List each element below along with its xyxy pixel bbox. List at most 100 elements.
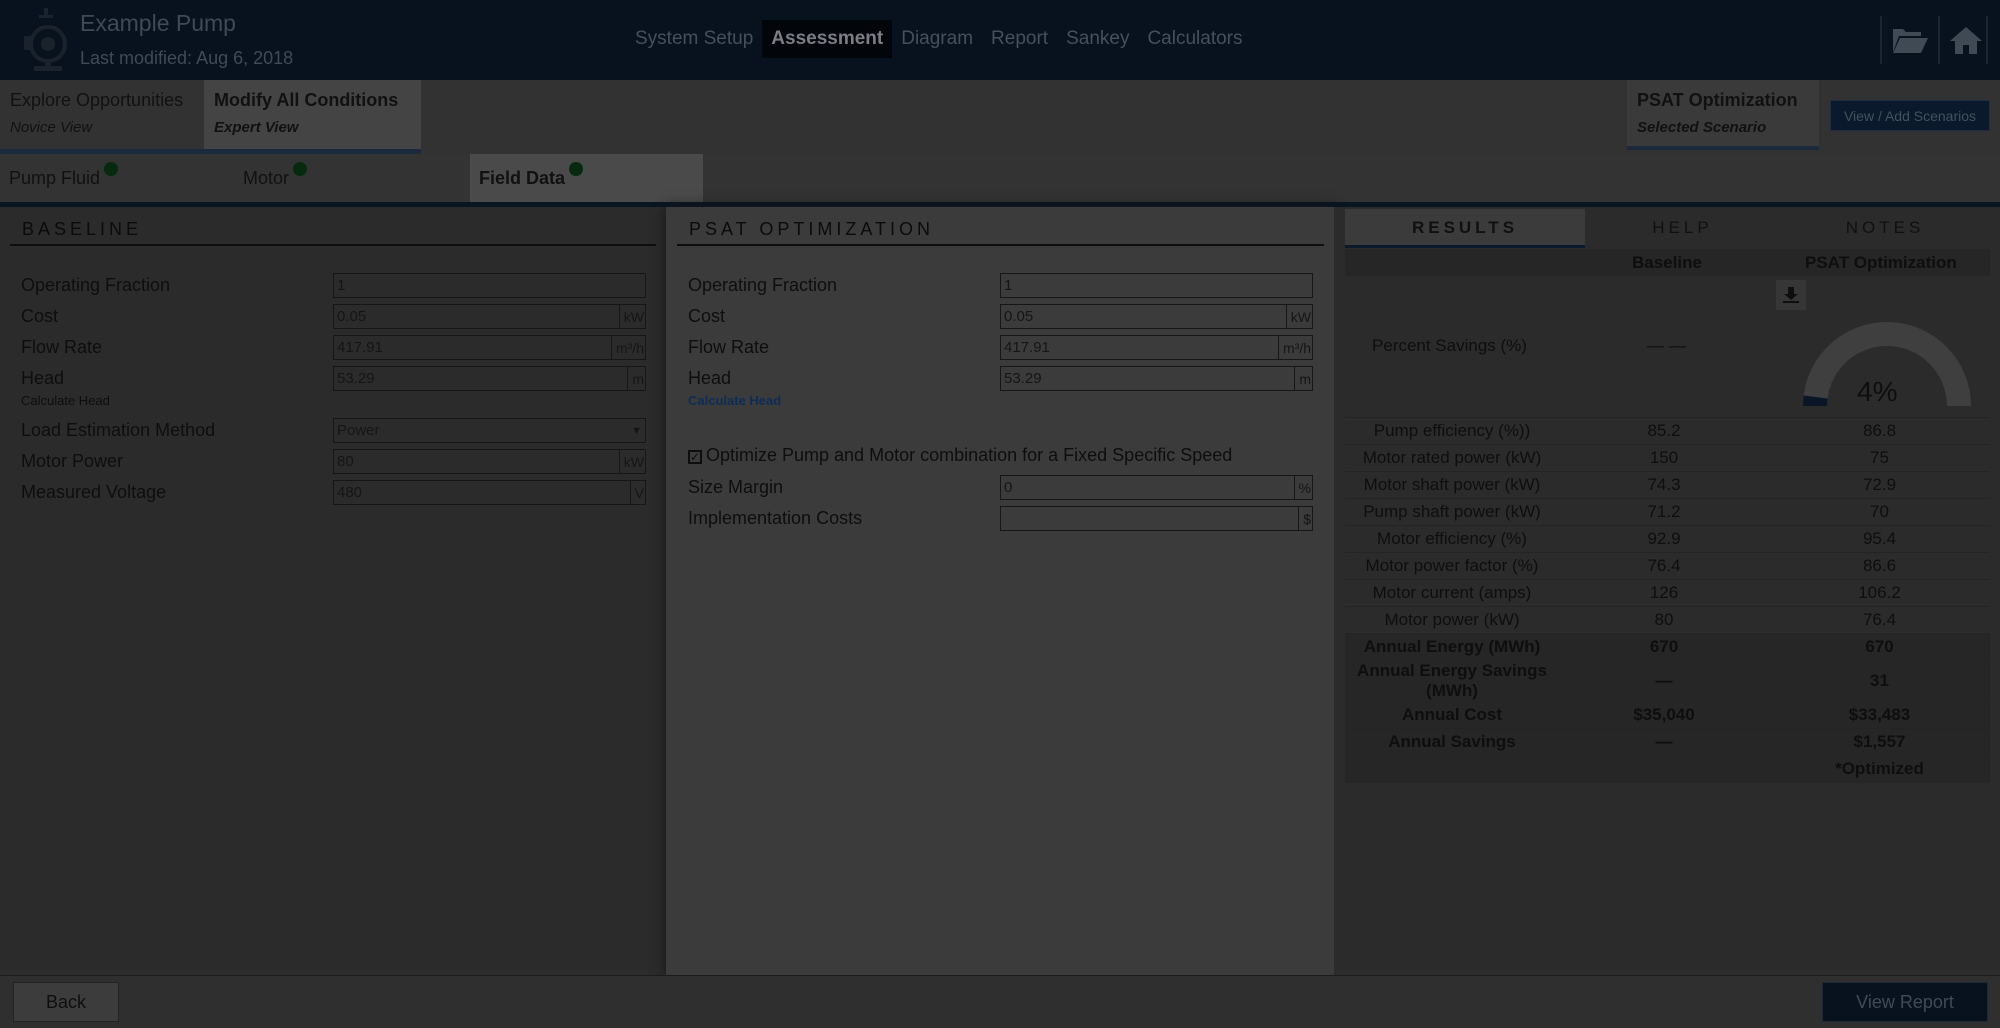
col-baseline: Baseline bbox=[1632, 253, 1702, 272]
table-row: *Optimized bbox=[1345, 755, 1990, 783]
opt-head-input[interactable]: 53.29 m bbox=[1000, 366, 1313, 391]
tab-field-data[interactable]: Field Data bbox=[470, 154, 703, 202]
nav-system-setup[interactable]: System Setup bbox=[626, 20, 762, 58]
opt-flow-rate-label: Flow Rate bbox=[688, 337, 770, 357]
title-rule bbox=[10, 244, 656, 246]
status-dot-icon bbox=[104, 162, 119, 176]
opt-calculate-head-link[interactable]: Calculate Head bbox=[688, 393, 781, 408]
opt-cost-input[interactable]: 0.05 kW bbox=[1000, 304, 1313, 329]
row-label: Motor efficiency (%) bbox=[1345, 525, 1559, 553]
main-nav: System Setup Assessment Diagram Report S… bbox=[626, 20, 1252, 58]
table-row: Annual Energy (MWh) 670 670 bbox=[1345, 633, 1990, 661]
table-row: Annual Savings — $1,557 bbox=[1345, 728, 1990, 756]
row-optimization: 106.2 bbox=[1769, 579, 1990, 607]
back-button[interactable]: Back bbox=[13, 982, 119, 1022]
table-row: Pump shaft power (kW) 71.2 70 bbox=[1345, 498, 1990, 526]
flow-rate-label: Flow Rate bbox=[21, 337, 103, 357]
row-baseline: 126 bbox=[1559, 579, 1769, 607]
explore-sub: Novice View bbox=[10, 119, 93, 136]
app-title: Example Pump bbox=[80, 10, 236, 36]
implementation-costs-label: Implementation Costs bbox=[688, 508, 863, 528]
row-label: Motor rated power (kW) bbox=[1345, 444, 1559, 472]
modify-sub: Expert View bbox=[214, 119, 299, 136]
row-label: Motor power factor (%) bbox=[1345, 552, 1559, 580]
explore-title: Explore Opportunities bbox=[10, 90, 184, 110]
table-row: Motor shaft power (kW) 74.3 72.9 bbox=[1345, 471, 1990, 499]
view-report-button[interactable]: View Report bbox=[1822, 982, 1988, 1022]
row-optimization: $33,483 bbox=[1769, 701, 1990, 729]
row-optimization: 95.4 bbox=[1769, 525, 1990, 553]
header-divider bbox=[1880, 16, 1882, 64]
row-baseline: 670 bbox=[1559, 633, 1769, 661]
percent-savings-value: 4% bbox=[1857, 376, 1898, 407]
baseline-operating-fraction-input[interactable]: 1 bbox=[333, 273, 646, 298]
nav-diagram[interactable]: Diagram bbox=[892, 20, 982, 58]
percent-savings-section: Percent Savings (%) — — 4% bbox=[1345, 276, 1990, 416]
row-baseline: 71.2 bbox=[1559, 498, 1769, 526]
row-baseline: 80 bbox=[1559, 606, 1769, 634]
table-row: Pump efficiency (%)) 85.2 86.8 bbox=[1345, 417, 1990, 445]
row-label: Annual Cost bbox=[1345, 701, 1559, 729]
row-baseline: 150 bbox=[1559, 444, 1769, 472]
pump-logo-icon bbox=[18, 6, 78, 74]
row-baseline: 74.3 bbox=[1559, 471, 1769, 499]
operating-fraction-label: Operating Fraction bbox=[21, 275, 171, 295]
table-row: Annual Cost $35,040 $33,483 bbox=[1345, 701, 1990, 729]
row-baseline bbox=[1559, 755, 1769, 783]
row-optimization: $1,557 bbox=[1769, 728, 1990, 756]
nav-sankey[interactable]: Sankey bbox=[1057, 20, 1138, 58]
table-row: Motor current (amps) 126 106.2 bbox=[1345, 579, 1990, 607]
load-estimation-select[interactable]: Power ▼ bbox=[333, 418, 646, 443]
baseline-head-input[interactable]: 53.29 m bbox=[333, 366, 646, 391]
cost-label: Cost bbox=[21, 306, 59, 326]
selected-scenario: PSAT Optimization Selected Scenario bbox=[1627, 80, 1819, 150]
measured-voltage-label: Measured Voltage bbox=[21, 482, 167, 502]
home-icon[interactable] bbox=[1940, 16, 1992, 64]
row-label: Motor power (kW) bbox=[1345, 606, 1559, 634]
tab-help[interactable]: HELP bbox=[1585, 209, 1780, 246]
implementation-costs-input[interactable]: $ bbox=[1000, 506, 1313, 531]
baseline-flow-rate-input[interactable]: 417.91 m³/h bbox=[333, 335, 646, 360]
percent-savings-baseline: — — bbox=[1647, 336, 1686, 355]
motor-power-label: Motor Power bbox=[21, 451, 124, 471]
row-label: Annual Energy (MWh) bbox=[1345, 633, 1559, 661]
opt-operating-fraction-input[interactable]: 1 bbox=[1000, 273, 1313, 298]
opt-operating-fraction-label: Operating Fraction bbox=[688, 275, 838, 295]
optimization-title: PSAT OPTIMIZATION bbox=[689, 219, 935, 239]
size-margin-label: Size Margin bbox=[688, 477, 784, 497]
row-baseline: 92.9 bbox=[1559, 525, 1769, 553]
tab-pump-fluid[interactable]: Pump Fluid bbox=[0, 154, 225, 202]
baseline-motor-power-input[interactable]: 80 kW bbox=[333, 449, 646, 474]
view-add-scenarios-button[interactable]: View / Add Scenarios bbox=[1830, 100, 1990, 131]
opt-head-label: Head bbox=[688, 368, 732, 388]
results-table: Pump efficiency (%)) 85.2 86.8 Motor rated … bbox=[1345, 417, 1990, 783]
tab-notes[interactable]: NOTES bbox=[1780, 209, 1990, 246]
status-dot-icon bbox=[569, 162, 584, 176]
folder-open-icon[interactable] bbox=[1884, 16, 1936, 64]
nav-assessment[interactable]: Assessment bbox=[762, 20, 893, 58]
row-label: Pump shaft power (kW) bbox=[1345, 498, 1559, 526]
row-label: Annual Savings bbox=[1345, 728, 1559, 756]
row-baseline: — bbox=[1559, 660, 1769, 702]
row-baseline: — bbox=[1559, 728, 1769, 756]
opt-flow-rate-input[interactable]: 417.91 m³/h bbox=[1000, 335, 1313, 360]
tab-results[interactable]: RESULTS bbox=[1345, 209, 1585, 246]
tab-motor[interactable]: Motor bbox=[234, 154, 460, 202]
calculate-head-link[interactable]: Calculate Head bbox=[21, 393, 110, 408]
results-tab-underline bbox=[1345, 245, 1585, 248]
baseline-voltage-input[interactable]: 480 V bbox=[333, 480, 646, 505]
download-icon[interactable] bbox=[1776, 280, 1806, 310]
optimize-combination-checkbox[interactable]: ✓ Optimize Pump and Motor combination for… bbox=[688, 445, 1232, 466]
row-optimization: 86.8 bbox=[1769, 417, 1990, 445]
baseline-cost-input[interactable]: 0.05 kW bbox=[333, 304, 646, 329]
row-optimization: *Optimized bbox=[1769, 755, 1990, 783]
row-label: Annual Energy Savings (MWh) bbox=[1345, 660, 1559, 702]
size-margin-input[interactable]: 0% bbox=[1000, 475, 1313, 500]
row-baseline: $35,040 bbox=[1559, 701, 1769, 729]
row-label: Motor current (amps) bbox=[1345, 579, 1559, 607]
optimize-label: Optimize Pump and Motor combination for … bbox=[706, 445, 1233, 465]
nav-calculators[interactable]: Calculators bbox=[1138, 20, 1251, 58]
explore-opportunities-tab[interactable]: Explore Opportunities Novice View bbox=[0, 80, 202, 150]
nav-report[interactable]: Report bbox=[982, 20, 1057, 58]
modify-all-conditions-tab[interactable]: Modify All Conditions Expert View bbox=[204, 80, 421, 150]
